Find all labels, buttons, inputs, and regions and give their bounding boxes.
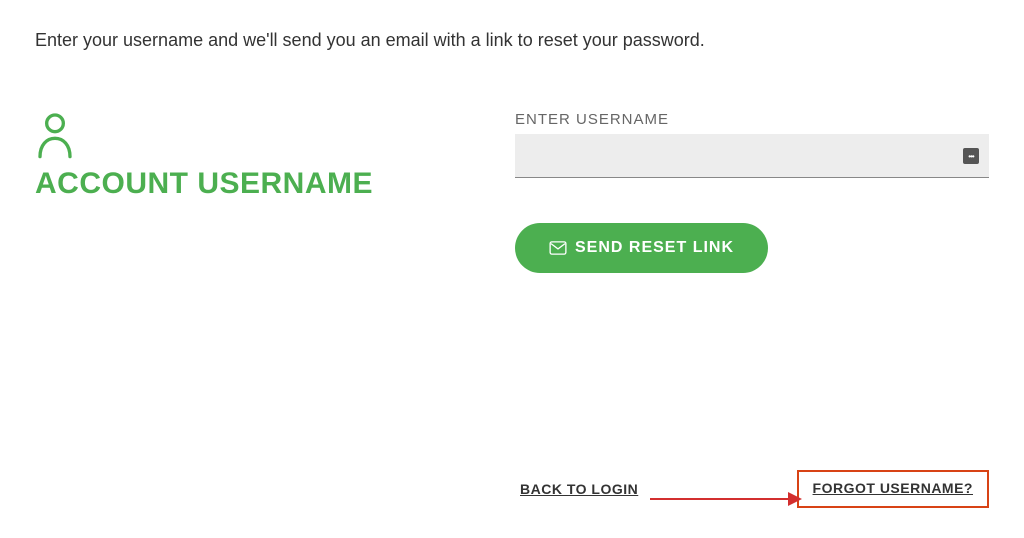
send-reset-link-button[interactable]: SEND RESET LINK bbox=[515, 223, 768, 273]
forgot-username-link[interactable]: FORGOT USERNAME? bbox=[813, 480, 973, 496]
back-to-login-link[interactable]: BACK TO LOGIN bbox=[520, 481, 638, 497]
password-keychain-icon[interactable] bbox=[963, 148, 979, 164]
send-reset-link-label: SEND RESET LINK bbox=[575, 239, 734, 257]
person-icon bbox=[35, 111, 75, 159]
envelope-icon bbox=[549, 241, 567, 255]
bottom-links: BACK TO LOGIN FORGOT USERNAME? bbox=[520, 470, 989, 508]
forgot-username-highlight: FORGOT USERNAME? bbox=[797, 470, 989, 508]
right-column: ENTER USERNAME SEND RESET LINK bbox=[515, 111, 989, 273]
username-label: ENTER USERNAME bbox=[515, 111, 989, 128]
instruction-text: Enter your username and we'll send you a… bbox=[35, 30, 989, 51]
left-column: ACCOUNT USERNAME bbox=[35, 111, 475, 273]
annotation-arrow bbox=[650, 498, 800, 500]
form-container: ACCOUNT USERNAME ENTER USERNAME SEND RES… bbox=[35, 111, 989, 273]
username-input[interactable] bbox=[515, 134, 989, 178]
section-title: ACCOUNT USERNAME bbox=[35, 167, 475, 201]
username-input-wrap bbox=[515, 134, 989, 178]
